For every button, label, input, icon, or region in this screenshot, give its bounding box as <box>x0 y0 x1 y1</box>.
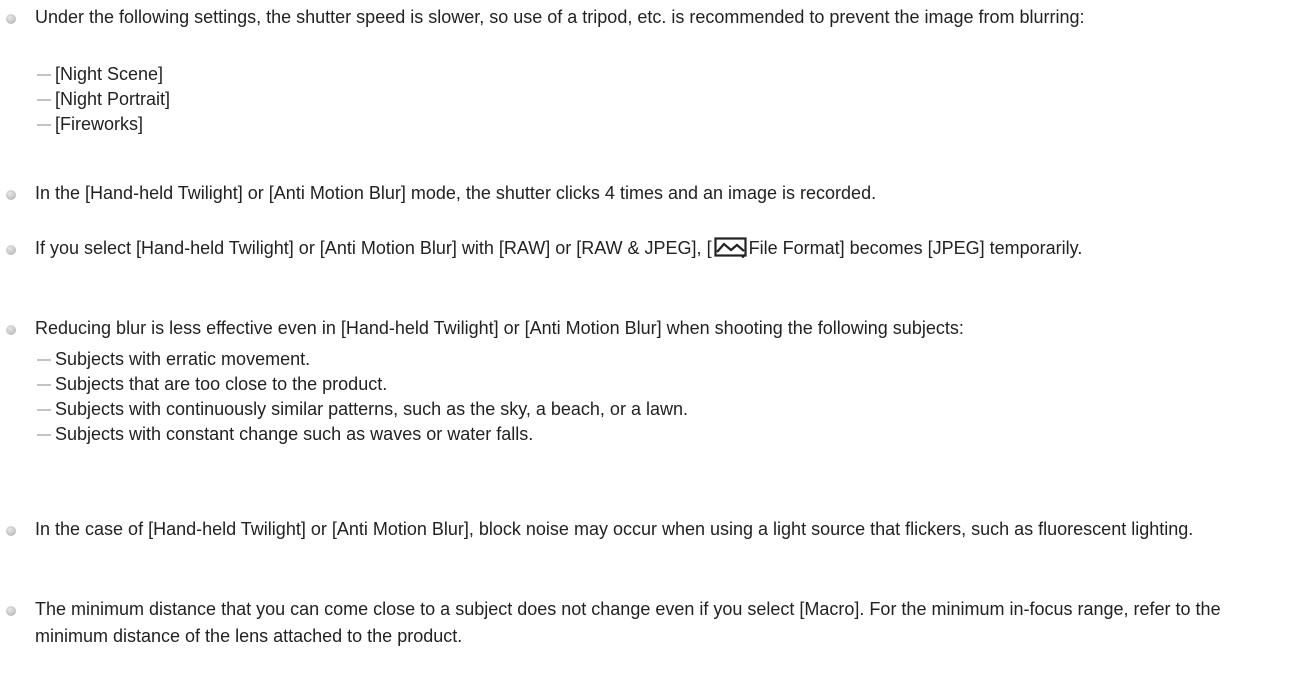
sub-list-item-text: Subjects with erratic movement. <box>55 349 311 369</box>
dash-icon <box>37 124 51 126</box>
sub-list-item-text: [Fireworks] <box>55 114 144 134</box>
note-text: In the [Hand-held Twilight] or [Anti Mot… <box>35 183 877 203</box>
dash-icon <box>37 384 51 386</box>
sub-list-item: Subjects with constant change such as wa… <box>37 422 688 447</box>
sub-list-item: [Fireworks] <box>37 112 170 137</box>
sub-list-item-text: Subjects that are too close to the produ… <box>55 374 388 394</box>
bullet-icon <box>6 14 16 24</box>
still-image-file-format-icon <box>713 237 747 258</box>
note-text: The minimum distance that you can come c… <box>35 599 1221 646</box>
sub-list-item: Subjects with continuously similar patte… <box>37 397 688 422</box>
bullet-icon <box>6 606 16 616</box>
sub-list-item-text: Subjects with continuously similar patte… <box>55 399 688 419</box>
sub-list-item: Subjects that are too close to the produ… <box>37 372 688 397</box>
bullet-icon <box>6 526 16 536</box>
note-text-part: If you select [Hand-held Twilight] or [A… <box>35 238 712 258</box>
note-text-part: File Format] becomes [JPEG] temporarily. <box>748 238 1083 258</box>
dash-icon <box>37 434 51 436</box>
sub-list: Subjects with erratic movement. Subjects… <box>37 347 688 447</box>
bullet-icon <box>6 245 16 255</box>
bullet-icon <box>6 325 16 335</box>
sub-list: [Night Scene] [Night Portrait] [Firework… <box>37 62 170 137</box>
sub-list-item-text: [Night Scene] <box>55 64 164 84</box>
dash-icon <box>37 409 51 411</box>
bullet-icon <box>6 190 16 200</box>
sub-list-item: Subjects with erratic movement. <box>37 347 688 372</box>
dash-icon <box>37 74 51 76</box>
note-text: In the case of [Hand-held Twilight] or [… <box>35 519 1194 539</box>
note-text: Under the following settings, the shutte… <box>35 7 1085 27</box>
sub-list-item-text: Subjects with constant change such as wa… <box>55 424 534 444</box>
sub-list-item-text: [Night Portrait] <box>55 89 171 109</box>
sub-list-item: [Night Portrait] <box>37 87 170 112</box>
note-text: If you select [Hand-held Twilight] or [A… <box>35 235 1280 262</box>
dash-icon <box>37 99 51 101</box>
sub-list-item: [Night Scene] <box>37 62 170 87</box>
dash-icon <box>37 359 51 361</box>
note-text: Reducing blur is less effective even in … <box>35 318 964 338</box>
